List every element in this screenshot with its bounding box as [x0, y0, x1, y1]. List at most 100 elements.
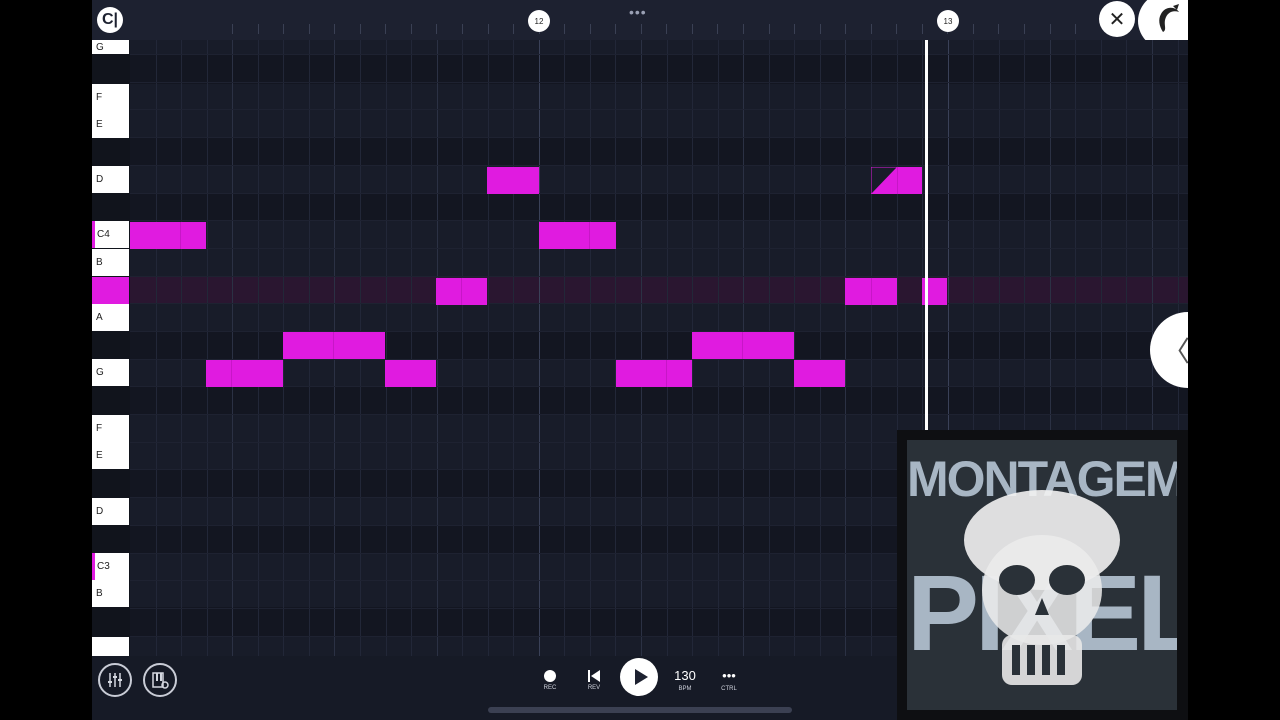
- grid-column-line: [539, 40, 540, 656]
- grid-row-line: [130, 220, 1188, 221]
- rewind-button[interactable]: REV: [574, 666, 614, 691]
- ruler-tick: [922, 24, 923, 34]
- note[interactable]: [794, 360, 845, 387]
- mixer-button[interactable]: [98, 663, 132, 697]
- grid-row-line: [130, 248, 1188, 249]
- ruler-tick: [564, 24, 565, 34]
- note-selected[interactable]: [871, 167, 922, 194]
- grid-column-line: [488, 40, 489, 656]
- note[interactable]: [845, 278, 897, 305]
- grid-row-line: [130, 109, 1188, 110]
- key-e[interactable]: E: [92, 111, 129, 138]
- note[interactable]: [616, 360, 692, 387]
- note[interactable]: [692, 332, 794, 359]
- key-a-sharp-active[interactable]: [92, 277, 129, 304]
- ruler-tick: [998, 24, 999, 34]
- timeline-ruler[interactable]: C| 12 ••• 13 ✕: [92, 0, 1188, 52]
- grid-column-line: [564, 40, 565, 656]
- key-d[interactable]: D: [92, 166, 129, 193]
- playhead[interactable]: [925, 40, 928, 430]
- piano-settings-icon: [152, 672, 169, 689]
- grid-column-line: [641, 40, 642, 656]
- grid-row-line: [130, 137, 1188, 138]
- ctrl-button[interactable]: ••• CTRL: [709, 667, 749, 692]
- play-button[interactable]: [620, 658, 658, 696]
- black-key-row: [130, 386, 1188, 415]
- ruler-tick: [232, 24, 233, 34]
- black-key-row: [130, 54, 1188, 84]
- note[interactable]: [283, 332, 385, 359]
- ruler-tick: [743, 24, 744, 34]
- ruler-tick: [641, 24, 642, 34]
- grid-column-line: [513, 40, 514, 656]
- grid-column-line: [156, 40, 157, 656]
- black-key-row: [130, 138, 1188, 166]
- key-c3[interactable]: C3: [92, 553, 129, 580]
- grid-column-line: [794, 40, 795, 656]
- ruler-tick: [717, 24, 718, 34]
- ruler-tick: [309, 24, 310, 34]
- note[interactable]: [130, 222, 206, 249]
- ctrl-dots-icon: •••: [722, 668, 736, 683]
- grid-column-line: [820, 40, 821, 656]
- slide-note-icon: [871, 167, 897, 194]
- grid-column-line: [845, 40, 846, 656]
- key-b[interactable]: B: [92, 249, 129, 276]
- grid-row-line: [130, 165, 1188, 166]
- grid-row-line: [130, 82, 1188, 83]
- key-f-low[interactable]: F: [92, 415, 129, 442]
- grid-row-line: [130, 54, 1188, 55]
- rewind-icon: [588, 670, 600, 682]
- ruler-tick: [845, 24, 846, 34]
- ruler-tick: [513, 24, 514, 34]
- grid-row-line: [130, 276, 1188, 277]
- bar-marker-13[interactable]: 13: [937, 10, 959, 32]
- note[interactable]: [539, 222, 616, 249]
- key-partial-bottom[interactable]: [92, 637, 129, 656]
- note[interactable]: [487, 167, 539, 194]
- key-g-top[interactable]: G: [92, 40, 129, 54]
- ruler-tick: [334, 24, 335, 34]
- key-b-low[interactable]: B: [92, 580, 129, 607]
- grid-column-line: [232, 40, 233, 656]
- ruler-tick: [769, 24, 770, 34]
- ruler-tick: [488, 24, 489, 34]
- more-options-icon[interactable]: •••: [629, 4, 647, 20]
- fruit-icon: [1159, 4, 1179, 33]
- key-f[interactable]: F: [92, 84, 129, 111]
- grid-column-line: [667, 40, 668, 656]
- horizontal-scrollbar[interactable]: [488, 707, 792, 713]
- note[interactable]: [385, 360, 436, 387]
- menu-logo-button[interactable]: C|: [97, 7, 123, 33]
- ruler-tick: [820, 24, 821, 34]
- key-a[interactable]: A: [92, 304, 129, 331]
- grid-column-line: [181, 40, 182, 656]
- ruler-tick: [871, 24, 872, 34]
- grid-column-line: [871, 40, 872, 656]
- key-g[interactable]: G: [92, 359, 129, 386]
- bar-marker-12[interactable]: 12: [528, 10, 550, 32]
- key-c4[interactable]: C4: [92, 221, 129, 248]
- record-button[interactable]: REC: [530, 666, 570, 691]
- ruler-tick: [692, 24, 693, 34]
- skull-image: [964, 490, 1120, 685]
- ruler-tick: [411, 24, 412, 34]
- note[interactable]: [436, 278, 487, 305]
- close-icon: ✕: [1108, 8, 1126, 31]
- highlighted-row: [130, 277, 1188, 304]
- close-button[interactable]: ✕: [1099, 1, 1135, 37]
- ruler-tick: [436, 24, 437, 34]
- ruler-tick: [666, 24, 667, 34]
- mixer-icon: [108, 673, 122, 687]
- bpm-value: 130: [674, 668, 696, 683]
- ruler-tick: [615, 24, 616, 34]
- key-e-low[interactable]: E: [92, 442, 129, 469]
- ruler-tick: [590, 24, 591, 34]
- piano-keyboard[interactable]: G F E D C4 B A G F E D C3 B: [92, 40, 130, 656]
- key-d-low[interactable]: D: [92, 498, 129, 525]
- tempo-control[interactable]: 130 BPM: [665, 667, 705, 692]
- piano-settings-button[interactable]: [143, 663, 177, 697]
- note[interactable]: [206, 360, 283, 387]
- ruler-tick: [385, 24, 386, 34]
- ruler-tick: [896, 24, 897, 34]
